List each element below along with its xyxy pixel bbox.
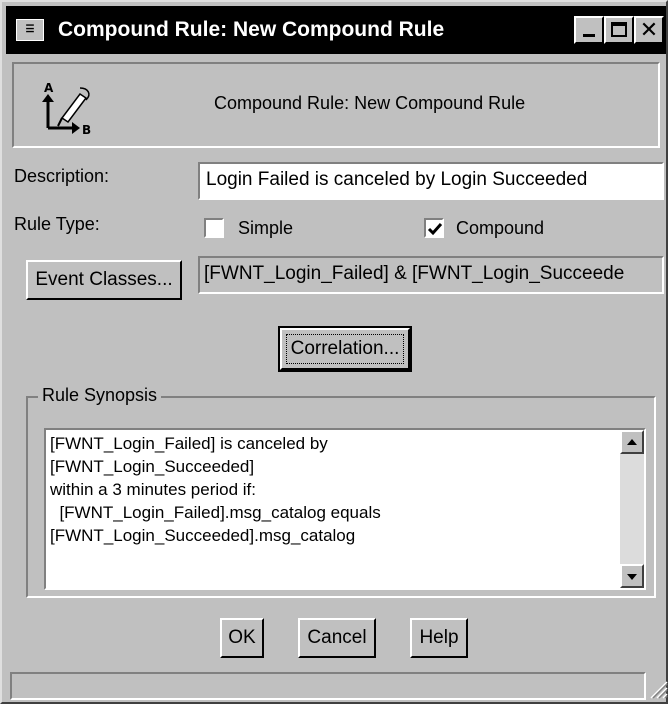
description-field[interactable]: Login Failed is canceled by Login Succee… xyxy=(198,162,664,200)
arrow-down-icon xyxy=(627,574,637,580)
window-title: Compound Rule: New Compound Rule xyxy=(58,18,445,41)
svg-text:A: A xyxy=(44,81,54,95)
synopsis-scrollbar[interactable] xyxy=(620,430,644,588)
scroll-down-button[interactable] xyxy=(620,564,644,588)
close-icon: ✕ xyxy=(639,17,659,42)
event-classes-field: [FWNT_Login_Failed] & [FWNT_Login_Succee… xyxy=(198,256,664,294)
simple-label[interactable]: Simple xyxy=(238,218,293,239)
cancel-button[interactable]: Cancel xyxy=(298,618,376,658)
minimize-button[interactable] xyxy=(574,16,604,44)
ok-button[interactable]: OK xyxy=(220,618,264,658)
simple-checkbox[interactable] xyxy=(204,218,224,238)
description-label: Description: xyxy=(14,166,110,186)
compound-checkbox[interactable] xyxy=(424,218,444,238)
maximize-button[interactable] xyxy=(604,16,634,44)
rule-type-label: Rule Type: xyxy=(14,214,100,234)
arrow-up-icon xyxy=(627,439,637,445)
compound-label[interactable]: Compound xyxy=(456,218,544,239)
system-menu-icon[interactable]: ☰ xyxy=(16,19,44,41)
header-panel: A B Compound Rule: New Compound Rule xyxy=(12,62,660,148)
help-button[interactable]: Help xyxy=(410,618,468,658)
event-classes-button[interactable]: Event Classes... xyxy=(26,260,182,300)
correlation-button[interactable]: Correlation... xyxy=(278,326,412,372)
synopsis-textarea[interactable]: [FWNT_Login_Failed] is canceled by [FWNT… xyxy=(44,428,646,590)
scroll-up-button[interactable] xyxy=(620,430,644,454)
svg-text:B: B xyxy=(82,123,91,136)
resize-grip-icon[interactable] xyxy=(648,674,668,700)
compound-rule-window: ☰ Compound Rule: New Compound Rule ✕ A B… xyxy=(0,0,668,704)
maximize-icon xyxy=(611,22,627,37)
checkmark-icon xyxy=(427,223,443,236)
header-title: Compound Rule: New Compound Rule xyxy=(214,93,526,113)
focus-rect xyxy=(286,334,404,364)
compound-rule-icon: A B xyxy=(42,81,91,136)
title-bar[interactable]: ☰ Compound Rule: New Compound Rule ✕ xyxy=(6,6,666,54)
status-bar xyxy=(10,672,646,700)
minimize-icon xyxy=(583,34,595,37)
rule-synopsis-legend: Rule Synopsis xyxy=(38,385,162,406)
synopsis-text: [FWNT_Login_Failed] is canceled by [FWNT… xyxy=(50,434,381,545)
close-button[interactable]: ✕ xyxy=(634,16,664,44)
